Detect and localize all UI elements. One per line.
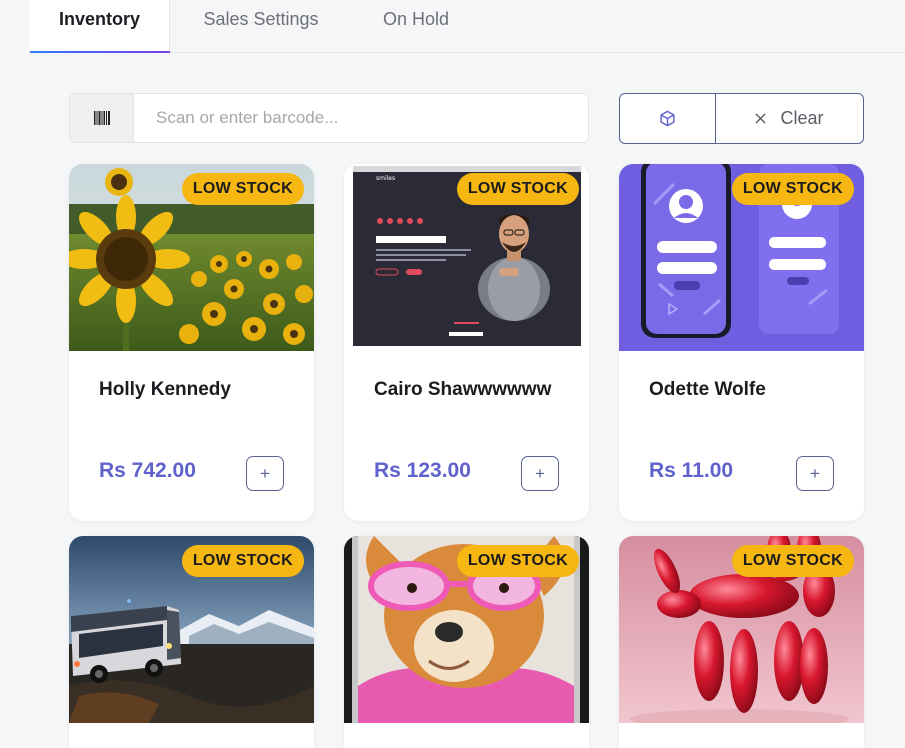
tab-on-hold-label: On Hold <box>382 9 450 29</box>
low-stock-badge: LOW STOCK <box>181 545 304 577</box>
product-card[interactable]: LOW STOCK <box>69 536 314 748</box>
product-price: Rs 123.00 <box>374 459 471 482</box>
product-card[interactable]: LOW STOCK Odette Wolfe Rs 11.00 + <box>619 164 864 521</box>
product-name: Holly Kennedy <box>99 379 231 400</box>
low-stock-badge: LOW STOCK <box>181 173 304 205</box>
product-name: Cairo Shawwwwww <box>374 379 552 400</box>
svg-text:smiles: smiles <box>376 175 395 182</box>
barcode-input[interactable] <box>156 94 576 142</box>
low-stock-badge: LOW STOCK <box>731 173 854 205</box>
product-price: Rs 11.00 <box>649 459 734 482</box>
tab-inventory-label: Inventory <box>58 9 141 29</box>
tab-sales-settings[interactable]: Sales Settings <box>178 0 344 53</box>
product-name: Odette Wolfe <box>649 379 766 400</box>
add-to-cart-button[interactable]: + <box>246 456 284 491</box>
product-card[interactable]: LOW STOCK <box>619 536 864 748</box>
product-price: Rs 742.00 <box>99 459 196 482</box>
product-card[interactable]: smiles LOW STOCK Cairo Shawwwwww Rs 123.… <box>344 164 589 521</box>
clear-label: Clear <box>780 108 824 128</box>
tab-on-hold[interactable]: On Hold <box>356 0 476 53</box>
tab-sales-settings-label: Sales Settings <box>203 9 319 29</box>
tab-bar: Inventory Sales Settings On Hold <box>30 0 905 54</box>
action-buttons: Clear <box>619 93 864 144</box>
cube-icon <box>660 110 675 127</box>
tab-inventory[interactable]: Inventory <box>30 0 170 54</box>
barcode-icon[interactable] <box>70 94 134 142</box>
product-card[interactable]: LOW STOCK <box>344 536 589 748</box>
low-stock-badge: LOW STOCK <box>731 545 854 577</box>
low-stock-badge: LOW STOCK <box>456 545 579 577</box>
product-card[interactable]: LOW STOCK Holly Kennedy Rs 742.00 + <box>69 164 314 521</box>
barcode-search <box>69 93 589 143</box>
cube-button[interactable] <box>620 94 716 143</box>
add-to-cart-button[interactable]: + <box>796 456 834 491</box>
clear-button[interactable]: Clear <box>716 94 863 143</box>
low-stock-badge: LOW STOCK <box>456 173 579 205</box>
close-icon <box>755 113 767 124</box>
add-to-cart-button[interactable]: + <box>521 456 559 491</box>
